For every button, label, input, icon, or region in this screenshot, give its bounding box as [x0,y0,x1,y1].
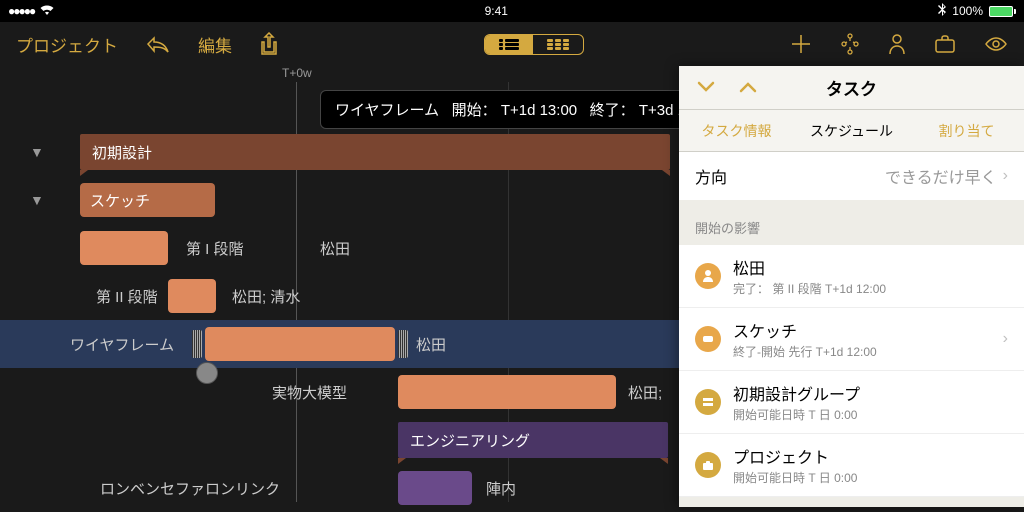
person-icon [695,263,721,289]
task-tooltip: ワイヤフレーム 開始： T+1d 13:00 終了： T+3d 12 [320,90,709,129]
bar-label: 第 I 段階 [186,238,244,259]
item-subtitle: 終了-開始 先行 T+1d 12:00 [733,343,991,360]
person-icon[interactable] [888,33,906,55]
task-bar-phase2[interactable] [168,279,216,313]
circle-handle[interactable] [196,362,218,384]
item-subtitle: 完了： 第 II 段階 T+1d 12:00 [733,280,1008,297]
tab-task-info[interactable]: タスク情報 [679,110,794,151]
battery-percent: 100% [952,4,983,18]
briefcase-icon [695,452,721,478]
status-time: 9:41 [485,4,508,18]
task-icon [695,326,721,352]
nav-up-icon[interactable] [739,77,757,98]
direction-value: できるだけ早く [885,164,997,188]
view-grid-button[interactable] [533,35,583,54]
task-bar-wireframe[interactable] [205,327,395,361]
bar-label: 第 II 段階 [96,286,158,307]
assignee-label: 陣内 [486,478,516,499]
group-label: エンジニアリング [398,422,668,459]
assignee-label: 松田 [416,334,446,355]
group-bar-initial-design[interactable]: 初期設計 [80,134,670,170]
share-icon[interactable] [260,32,278,56]
influence-item[interactable]: 初期設計グループ 開始可能日時 T 日 0:00 [679,371,1024,434]
status-bar: ●●●●● 9:41 100% [0,0,1024,22]
resize-handle-left[interactable] [192,330,202,358]
item-title: プロジェクト [733,444,1008,468]
add-icon[interactable] [790,33,812,55]
tab-schedule[interactable]: スケジュール [794,110,909,151]
view-gantt-button[interactable] [485,35,533,54]
bluetooth-icon [938,3,946,19]
direction-label: 方向 [695,164,727,188]
briefcase-icon[interactable] [934,34,956,54]
timeline-marker: T+0w [282,66,312,80]
group-icon [695,389,721,415]
inspector-panel: タスク タスク情報 スケジュール 割り当て 方向 できるだけ早く › 開始の影響… [679,66,1024,507]
task-bar-phase1[interactable] [80,231,168,265]
group-label: 初期設計 [80,134,670,171]
influence-item[interactable]: スケッチ 終了-開始 先行 T+1d 12:00 › [679,308,1024,371]
disclosure-icon[interactable]: ▼ [30,144,44,160]
chevron-right-icon: › [1003,330,1008,348]
inspector-tabs: タスク情報 スケジュール 割り当て [679,110,1024,152]
resize-handle-right[interactable] [398,330,408,358]
tab-assign[interactable]: 割り当て [909,110,1024,151]
view-toggle [484,34,584,55]
nav-down-icon[interactable] [697,77,715,98]
influence-item[interactable]: プロジェクト 開始可能日時 T 日 0:00 [679,434,1024,497]
bar-label: ワイヤフレーム [70,334,174,355]
task-bar-fullscale[interactable] [398,375,616,409]
task-bar-sketch[interactable]: スケッチ [80,183,215,217]
bar-label: ロンベンセファロンリンク [100,478,280,499]
assignee-label: 松田 [320,238,350,259]
group-bar-engineering[interactable]: エンジニアリング [398,422,668,458]
eye-icon[interactable] [984,36,1008,52]
item-title: スケッチ [733,318,991,342]
undo-icon[interactable] [146,35,170,53]
bar-label: 実物大模型 [272,382,347,403]
signal-dots-icon: ●●●●● [8,4,34,18]
chevron-right-icon: › [1003,167,1008,185]
battery-icon [989,6,1016,17]
bar-label: スケッチ [90,190,150,211]
task-bar-rhombenceph[interactable] [398,471,472,505]
inspector-body: 方向 できるだけ早く › 開始の影響 松田 完了： 第 II 段階 T+1d 1… [679,152,1024,507]
disclosure-icon[interactable]: ▼ [30,192,44,208]
wifi-icon [40,4,54,18]
influence-item[interactable]: 松田 完了： 第 II 段階 T+1d 12:00 [679,245,1024,308]
assignee-label: 松田; 清水 [232,286,300,307]
inspector-header: タスク [679,66,1024,110]
network-icon[interactable] [840,33,860,55]
item-subtitle: 開始可能日時 T 日 0:00 [733,469,1008,486]
item-title: 初期設計グループ [733,381,1008,405]
assignee-label: 松田; [628,382,662,403]
direction-row[interactable]: 方向 できるだけ早く › [679,152,1024,200]
toolbar: プロジェクト 編集 [0,22,1024,66]
item-title: 松田 [733,255,1008,279]
edit-button[interactable]: 編集 [198,32,232,57]
project-button[interactable]: プロジェクト [16,32,118,57]
section-header: 開始の影響 [679,200,1024,245]
inspector-title: タスク [826,75,877,100]
item-subtitle: 開始可能日時 T 日 0:00 [733,406,1008,423]
